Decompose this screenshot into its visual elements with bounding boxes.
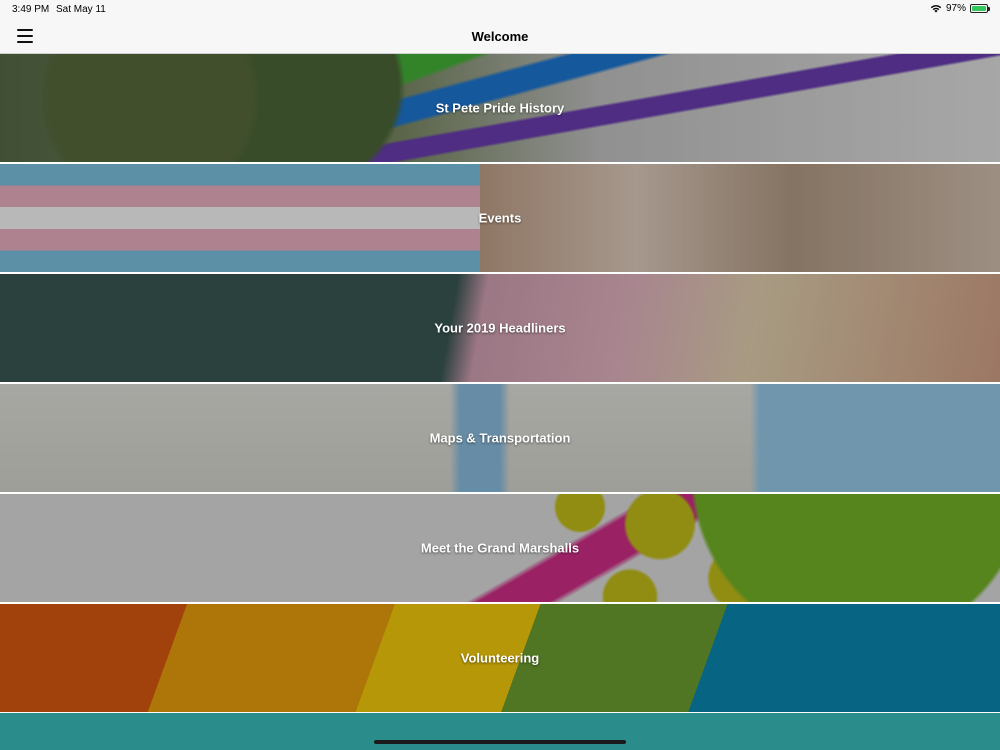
tile-volunteering[interactable]: Volunteering <box>0 604 1000 714</box>
status-time: 3:49 PM <box>12 4 50 15</box>
tile-label: Volunteering <box>460 650 540 666</box>
tile-label: Maps & Transportation <box>429 430 571 446</box>
status-bar: 3:49 PM Sat May 11 97% <box>0 0 1000 20</box>
next-tile-partial[interactable] <box>0 713 1000 750</box>
status-date: Sat May 11 <box>56 4 106 15</box>
wifi-icon <box>930 5 942 13</box>
page-title: Welcome <box>471 29 529 44</box>
navigation-bar: Welcome <box>0 20 1000 54</box>
tile-label: St Pete Pride History <box>435 100 565 116</box>
home-indicator[interactable] <box>374 740 626 744</box>
status-indicators: 97% <box>930 3 990 14</box>
battery-level-fill <box>972 6 986 11</box>
tile-label: Your 2019 Headliners <box>434 320 566 336</box>
tile-st-pete-pride-history[interactable]: St Pete Pride History <box>0 54 1000 164</box>
battery-percent: 97% <box>945 3 966 14</box>
tile-events[interactable]: Events <box>0 164 1000 274</box>
menu-tile-list: St Pete Pride History Events Your 2019 H… <box>0 54 1000 714</box>
battery-icon <box>970 4 990 13</box>
tile-headliners[interactable]: Your 2019 Headliners <box>0 274 1000 384</box>
tile-label: Meet the Grand Marshalls <box>420 540 580 556</box>
tile-grand-marshalls[interactable]: Meet the Grand Marshalls <box>0 494 1000 604</box>
tile-label: Events <box>478 210 522 226</box>
tile-maps-transportation[interactable]: Maps & Transportation <box>0 384 1000 494</box>
